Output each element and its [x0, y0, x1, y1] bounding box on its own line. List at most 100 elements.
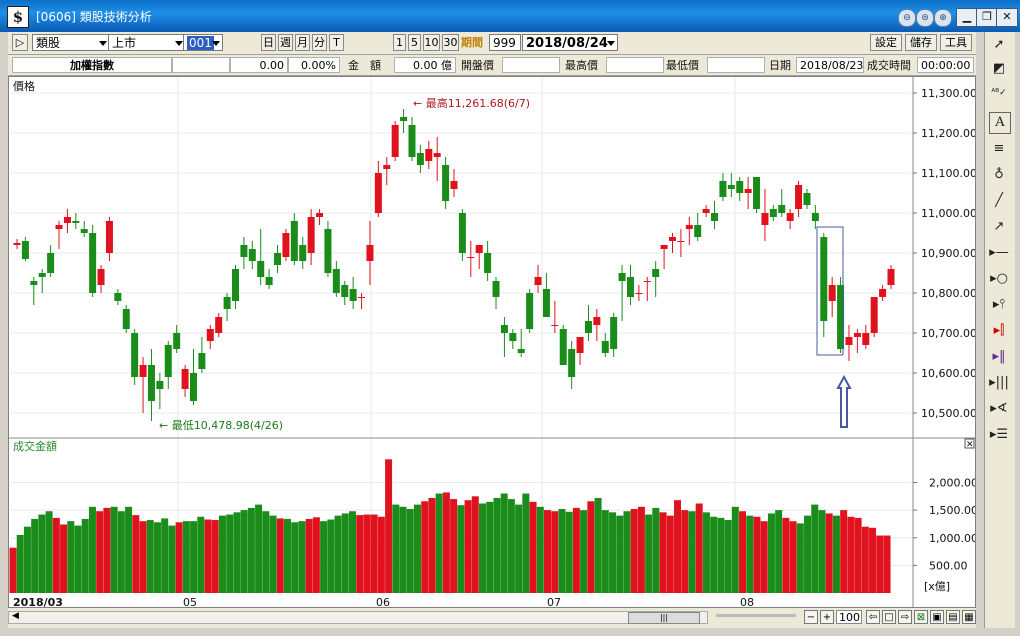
settings-button[interactable]: 設定 [870, 34, 902, 51]
zoom-slider[interactable] [716, 614, 796, 617]
candle-body [332, 269, 340, 293]
candle-body [870, 297, 878, 333]
candle-body [618, 273, 626, 281]
scroll-left-icon[interactable]: ◀ [12, 611, 19, 621]
volume-bar [782, 517, 790, 593]
equals-icon[interactable]: ≡ [987, 138, 1011, 160]
close-button[interactable]: ✕ [996, 8, 1018, 27]
candle-body [324, 229, 332, 273]
volume-bar [753, 516, 761, 593]
candle-body [778, 205, 786, 213]
volume-bar [847, 516, 855, 593]
pin-icon[interactable]: ▸⫯ [987, 294, 1011, 316]
arrow-icon[interactable]: ↗ [987, 216, 1011, 238]
amount-label: 金 額 [348, 59, 381, 72]
volume-bar [551, 511, 559, 593]
volume-bars [9, 459, 891, 593]
date-select[interactable]: 2018/08/24 [522, 34, 618, 51]
period-tick-button[interactable]: T [329, 34, 344, 51]
candle-body [164, 345, 172, 377]
candle-body [442, 165, 450, 201]
period-day-button[interactable]: 日 [261, 34, 276, 51]
candle-body [568, 349, 576, 377]
back-icon[interactable]: ⇦ [866, 610, 880, 624]
excel-icon[interactable]: ⊠ [914, 610, 928, 624]
line-icon[interactable]: ╱ [987, 190, 1011, 212]
category-select[interactable]: 類股 [32, 34, 110, 51]
zoom-out-icon[interactable]: − [804, 610, 818, 624]
candle-body [500, 325, 508, 333]
candle-body [257, 261, 265, 277]
fib-icon[interactable]: ▸☰ [987, 424, 1011, 446]
zoom-input[interactable]: 100 [836, 610, 862, 624]
technical-chart[interactable]: 價格 ← 最高11,261.68(6/7) ← 最低10,478.98(4/26… [9, 77, 975, 607]
volume-bar [529, 501, 537, 593]
candle-body [626, 277, 634, 297]
price-tick-label: 11,300.00 [921, 87, 975, 100]
forward-icon[interactable]: ⇨ [898, 610, 912, 624]
code-select[interactable]: 001 [183, 34, 223, 51]
volume-bar [320, 521, 328, 593]
zoom-in-icon[interactable]: + [820, 610, 834, 624]
cursor-icon[interactable]: ➚ [987, 34, 1011, 56]
window-title: [0606] 類股技術分析 [36, 10, 152, 24]
period-month-button[interactable]: 月 [295, 34, 310, 51]
bottom-scrollbar: ◀ ||| − + 100 ⇦ □ ⇨ ⊠ ▣ ▤ ▦ [8, 608, 976, 628]
period-count-input[interactable]: 999 [489, 34, 521, 51]
play-icon[interactable]: ▷ [12, 34, 28, 51]
tools-button[interactable]: 工具 [940, 34, 972, 51]
candle-body [97, 269, 105, 285]
price-tick-label: 10,700.00 [921, 327, 975, 340]
minute-10-button[interactable]: 10 [423, 34, 440, 51]
spellcheck-icon[interactable]: ᴬᴮ✓ [987, 82, 1011, 104]
print-icon[interactable]: ⊜ [916, 9, 934, 27]
market-select[interactable]: 上市 [108, 34, 186, 51]
text-icon[interactable]: A [989, 112, 1011, 134]
candle-body [811, 213, 819, 221]
period-minute-button[interactable]: 分 [312, 34, 327, 51]
grid-icon[interactable]: ▦ [962, 610, 976, 624]
minute-30-button[interactable]: 30 [442, 34, 459, 51]
candle-body [509, 333, 517, 341]
horizontal-scrollbar[interactable] [8, 611, 708, 624]
color-icon[interactable]: ♁ [987, 164, 1011, 186]
minute-5-button[interactable]: 5 [408, 34, 421, 51]
candle-body [290, 221, 298, 261]
hline-icon[interactable]: ▸— [987, 242, 1011, 264]
volume-bar [652, 507, 660, 593]
candle-body [147, 365, 155, 401]
volume-bar [659, 512, 667, 593]
candle-body [853, 333, 861, 337]
candles-icon[interactable]: ▸⫿ [987, 320, 1011, 342]
volume-tick-label: 500.00 [929, 559, 968, 572]
period-week-button[interactable]: 週 [278, 34, 293, 51]
candle-body [189, 373, 197, 401]
float-left-icon[interactable]: ⊖ [898, 9, 916, 27]
eraser-icon[interactable]: ◩ [987, 58, 1011, 80]
volume-bar [74, 525, 82, 593]
volume-bar [666, 515, 674, 593]
lines-icon[interactable]: ▸||| [987, 372, 1011, 394]
circle-icon[interactable]: ▸○ [987, 268, 1011, 290]
save-button[interactable]: 儲存 [905, 34, 937, 51]
save-disk-icon[interactable]: ▣ [930, 610, 944, 624]
volume-bar [117, 511, 125, 593]
price-tick-label: 10,600.00 [921, 367, 975, 380]
volume-bar [645, 514, 653, 593]
add-window-icon[interactable]: ⊕ [934, 9, 952, 27]
minute-1-button[interactable]: 1 [393, 34, 406, 51]
scroll-thumb[interactable]: ||| [628, 612, 700, 624]
volume-bar [356, 515, 364, 593]
bars-icon[interactable]: ▸‖ [987, 346, 1011, 368]
stop-icon[interactable]: □ [882, 610, 896, 624]
candle-body [458, 213, 466, 253]
minimize-button[interactable]: ▁ [956, 8, 978, 27]
volume-bar [312, 517, 320, 593]
candle-body [248, 249, 256, 261]
volume-bar [789, 521, 797, 593]
export-icon[interactable]: ▤ [946, 610, 960, 624]
fan-icon[interactable]: ▸∢ [987, 398, 1011, 420]
chart-area[interactable]: 價格 ← 最高11,261.68(6/7) ← 最低10,478.98(4/26… [8, 76, 976, 608]
maximize-button[interactable]: ❐ [976, 8, 998, 27]
volume-bar [298, 521, 306, 593]
